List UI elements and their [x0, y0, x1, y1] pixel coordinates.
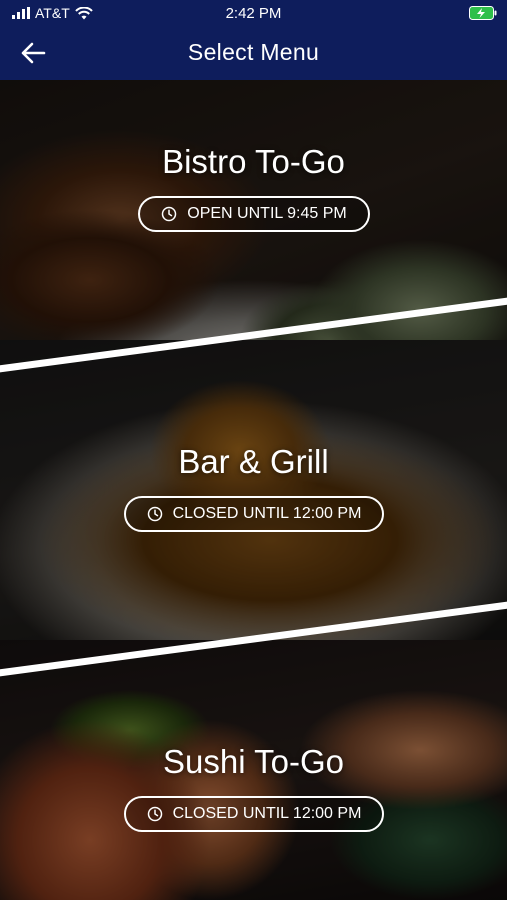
menu-status-badge[interactable]: CLOSED UNTIL 12:00 PM — [124, 796, 384, 832]
menu-card-sushi-to-go[interactable]: Sushi To-Go CLOSED UNTIL 12:00 PM — [0, 640, 507, 900]
clock-icon — [147, 506, 162, 522]
menu-status-badge[interactable]: OPEN UNTIL 9:45 PM — [138, 196, 370, 232]
clock-icon — [162, 206, 177, 222]
menu-title: Bistro To-Go — [162, 143, 345, 180]
app-header: Select Menu — [0, 28, 507, 80]
menu-status-text: CLOSED UNTIL 12:00 PM — [172, 805, 362, 822]
battery-charging-icon — [469, 6, 497, 25]
clock-icon — [147, 806, 162, 822]
menu-status-text: CLOSED UNTIL 12:00 PM — [172, 505, 362, 522]
menu-status-badge[interactable]: CLOSED UNTIL 12:00 PM — [124, 496, 384, 532]
status-bar: AT&T 2:42 PM — [0, 0, 507, 28]
menu-card-bar-and-grill[interactable]: Bar & Grill CLOSED UNTIL 12:00 PM — [0, 340, 507, 685]
menu-title: Bar & Grill — [178, 443, 329, 480]
menu-status-text: OPEN UNTIL 9:45 PM — [187, 205, 347, 222]
menu-title: Sushi To-Go — [163, 743, 344, 780]
page-title: Select Menu — [187, 39, 320, 65]
status-time: 2:42 PM — [225, 5, 282, 22]
